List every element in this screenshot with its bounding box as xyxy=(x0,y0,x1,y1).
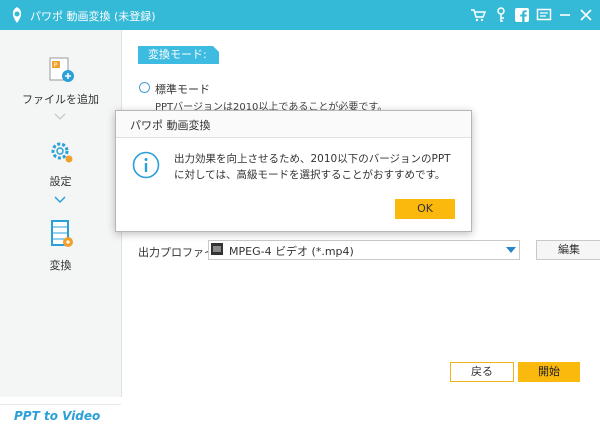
svg-text:P: P xyxy=(53,62,57,69)
film-convert-icon xyxy=(50,220,73,247)
radio-standard-mode[interactable] xyxy=(139,82,150,93)
brand-logo-text: PPT to Video xyxy=(14,409,101,423)
gear-icon xyxy=(51,142,72,163)
window-title: パワポ 動画変換 (未登録) xyxy=(30,10,156,23)
minimize-icon[interactable] xyxy=(557,7,573,23)
brand-bar: PPT to Video xyxy=(0,404,121,428)
cart-icon[interactable] xyxy=(470,7,486,23)
chevron-down-icon xyxy=(54,113,66,120)
sidebar-item-settings[interactable]: 設定 xyxy=(0,138,121,189)
back-button[interactable]: 戻る xyxy=(450,362,514,382)
mode-tag: 変換モード: xyxy=(138,46,219,64)
sidebar-item-convert[interactable]: 変換 xyxy=(0,218,121,273)
info-icon xyxy=(132,151,160,179)
info-dialog: パワポ 動画変換 出力効果を向上させるため、2010以下のバージョンのPPTに対… xyxy=(115,110,472,232)
standard-mode-label[interactable]: 標準モード xyxy=(155,81,210,97)
video-format-icon xyxy=(211,243,223,255)
add-file-icon: P xyxy=(49,57,74,82)
sidebar: P ファイルを追加 設定 変換 PPT to Video xyxy=(0,30,122,428)
close-icon[interactable] xyxy=(578,7,594,23)
edit-button[interactable]: 編集 xyxy=(536,240,600,260)
sidebar-label-convert: 変換 xyxy=(49,259,72,272)
dialog-message: 出力効果を向上させるため、2010以下のバージョンのPPTに対しては、高級モード… xyxy=(174,153,451,181)
output-profile-select[interactable]: MPEG-4 ビデオ (*.mp4) xyxy=(208,240,520,260)
app-logo-icon xyxy=(12,7,22,23)
dropdown-arrow-icon[interactable] xyxy=(506,247,516,253)
title-bar: パワポ 動画変換 (未登録) xyxy=(0,0,600,30)
chevron-down-icon xyxy=(54,196,66,204)
sidebar-label-add-file: ファイルを追加 xyxy=(22,93,99,106)
output-profile-value: MPEG-4 ビデオ (*.mp4) xyxy=(229,245,354,258)
key-icon[interactable] xyxy=(493,7,509,23)
sidebar-label-settings: 設定 xyxy=(49,175,72,188)
sidebar-item-add-file[interactable]: P ファイルを追加 xyxy=(0,54,121,107)
ok-button[interactable]: OK xyxy=(395,199,455,219)
facebook-icon[interactable] xyxy=(514,7,530,23)
message-icon[interactable] xyxy=(536,7,552,23)
start-button[interactable]: 開始 xyxy=(518,362,580,382)
dialog-title: パワポ 動画変換 xyxy=(130,119,211,132)
dialog-header: パワポ 動画変換 xyxy=(116,111,471,138)
